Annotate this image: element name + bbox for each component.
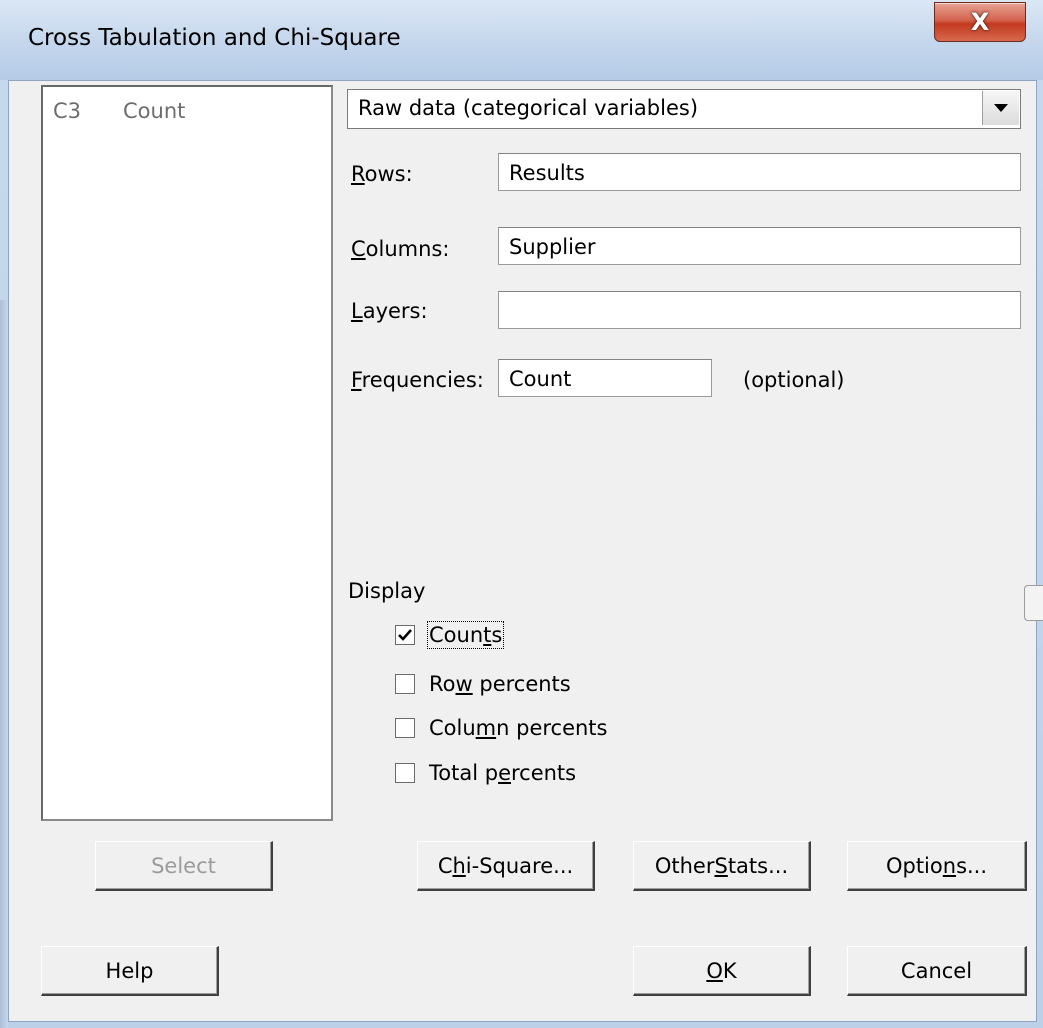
layers-field[interactable] xyxy=(498,291,1021,329)
column-percents-label: Column percents xyxy=(429,716,608,740)
data-type-dropdown[interactable]: Raw data (categorical variables) xyxy=(347,89,1021,129)
side-tab xyxy=(1024,585,1043,621)
frequencies-optional-note: (optional) xyxy=(743,368,845,392)
rows-label: Rows: xyxy=(351,162,413,186)
row-percents-label: Row percents xyxy=(429,672,571,696)
display-group-label: Display xyxy=(348,579,426,603)
dialog-window: Cross Tabulation and Chi-Square X C3 Coun… xyxy=(0,0,1043,1028)
list-item-column: C3 xyxy=(53,99,82,123)
frequencies-label: Frequencies: xyxy=(351,368,484,392)
rows-field[interactable]: Results xyxy=(498,153,1021,191)
data-type-value: Raw data (categorical variables) xyxy=(358,96,699,120)
variables-listbox[interactable]: C3 Count xyxy=(41,85,333,821)
dropdown-arrow-button[interactable] xyxy=(982,91,1019,125)
row-percents-checkbox-row[interactable]: Row percents xyxy=(395,671,571,697)
row-percents-checkbox[interactable] xyxy=(395,674,415,694)
column-percents-checkbox-row[interactable]: Column percents xyxy=(395,715,607,741)
list-item-name: Count xyxy=(123,99,186,123)
other-stats-button[interactable]: Other Stats... xyxy=(633,841,811,891)
cancel-button[interactable]: Cancel xyxy=(847,946,1027,996)
title-bar: Cross Tabulation and Chi-Square X xyxy=(0,0,1043,80)
layers-label: Layers: xyxy=(351,299,428,323)
counts-label: Counts xyxy=(426,621,505,649)
dialog-client: C3 Count Raw data (categorical variables)… xyxy=(8,80,1043,1022)
list-item[interactable]: C3 Count xyxy=(53,99,185,123)
counts-checkbox-row[interactable]: Counts xyxy=(395,621,505,649)
frequencies-field[interactable]: Count xyxy=(498,359,712,397)
checkmark-icon xyxy=(398,629,412,641)
window-edge xyxy=(0,300,8,1028)
close-icon: X xyxy=(970,8,990,36)
window-title: Cross Tabulation and Chi-Square xyxy=(28,25,401,51)
chi-square-button[interactable]: Ch i-Square... xyxy=(417,841,595,891)
options-button[interactable]: Optio n s... xyxy=(847,841,1027,891)
columns-label: Columns: xyxy=(351,237,450,261)
total-percents-checkbox[interactable] xyxy=(395,763,415,783)
total-percents-label: Total percents xyxy=(429,761,577,785)
columns-field[interactable]: Supplier xyxy=(498,227,1021,265)
ok-button[interactable]: OK xyxy=(633,946,811,996)
help-button[interactable]: Help xyxy=(41,946,219,996)
select-button[interactable]: Select xyxy=(95,841,273,891)
chevron-down-icon xyxy=(994,104,1008,112)
counts-checkbox[interactable] xyxy=(395,625,415,645)
column-percents-checkbox[interactable] xyxy=(395,718,415,738)
close-button[interactable]: X xyxy=(934,2,1026,42)
total-percents-checkbox-row[interactable]: Total percents xyxy=(395,760,576,786)
